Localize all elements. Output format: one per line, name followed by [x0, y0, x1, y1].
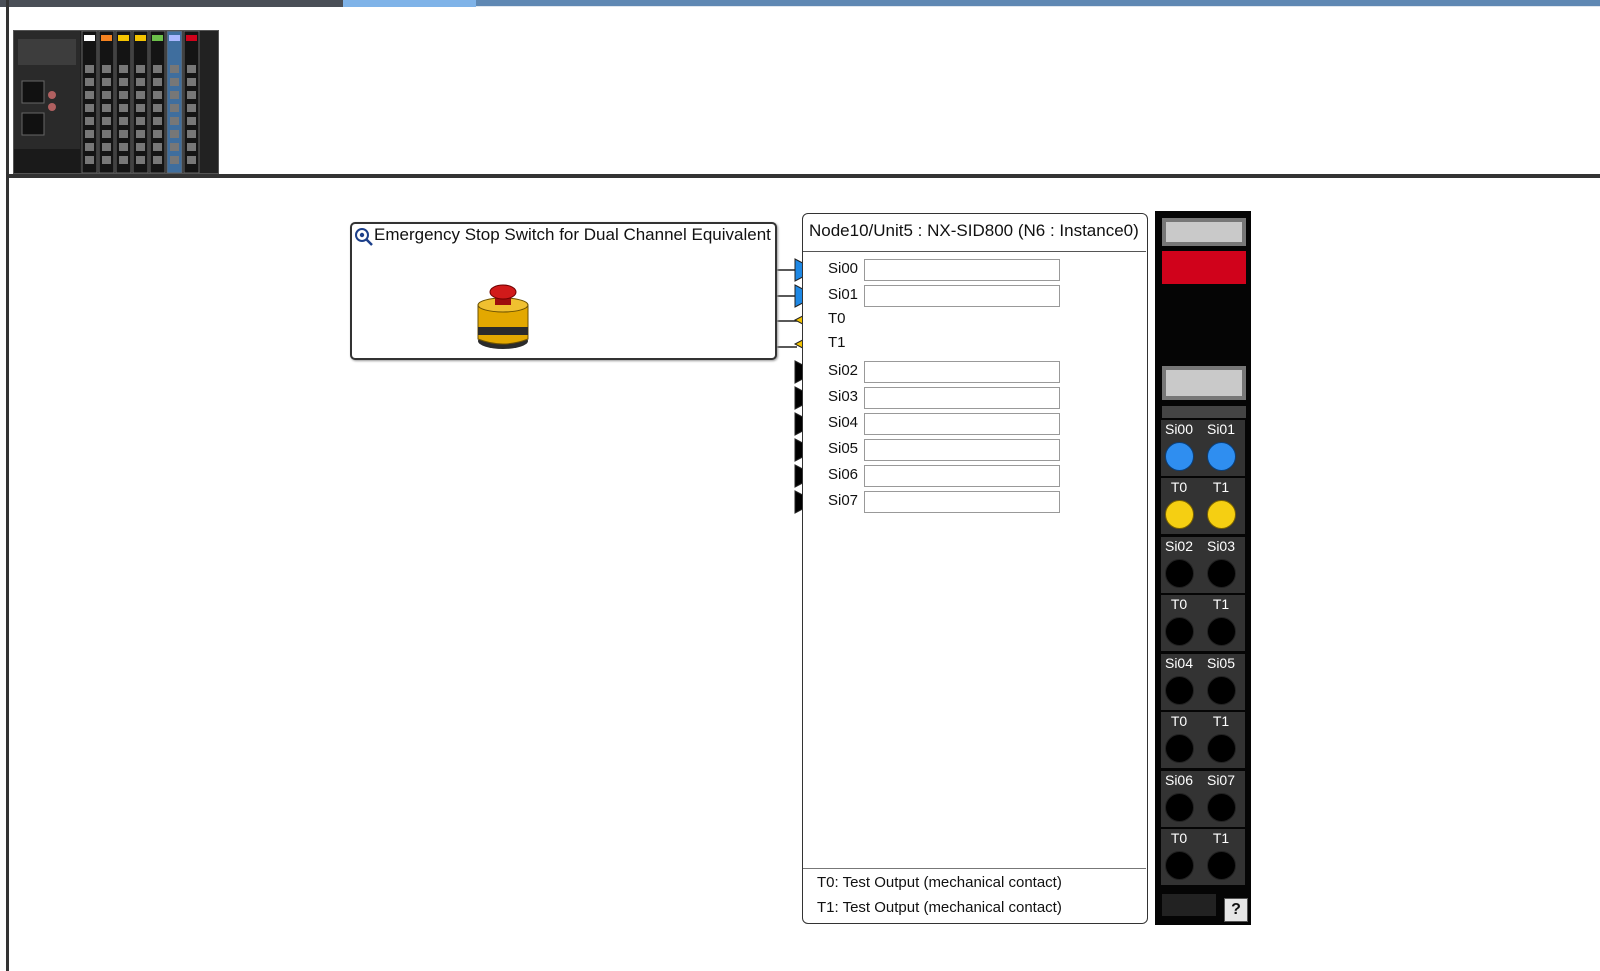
terminal-point — [1207, 500, 1236, 529]
terminal-point — [1207, 734, 1236, 763]
terminal-point — [1207, 851, 1236, 880]
terminal-label: T1 — [1212, 830, 1230, 846]
terminal-point — [1207, 793, 1236, 822]
terminal-label: T0 — [1170, 830, 1188, 846]
terminal-point — [1207, 676, 1236, 705]
terminal-point — [1165, 500, 1194, 529]
port-variable-field[interactable] — [864, 439, 1060, 461]
unit-panel — [802, 213, 1148, 924]
terminal-label: Si06 — [1164, 772, 1194, 788]
terminal-label: T0 — [1170, 596, 1188, 612]
terminal-point — [1207, 442, 1236, 471]
terminal-point — [1165, 851, 1194, 880]
port-variable-field[interactable] — [864, 387, 1060, 409]
terminal-point — [1207, 617, 1236, 646]
port-variable-field[interactable] — [864, 491, 1060, 513]
unit-title: Node10/Unit5 : NX-SID800 (N6 : Instance0… — [809, 221, 1139, 240]
terminal-label: T1 — [1212, 713, 1230, 729]
port-label: Si04 — [828, 414, 859, 431]
footer-note: T1: Test Output (mechanical contact) — [817, 899, 1062, 916]
function-block-title: Emergency Stop Switch for Dual Channel E… — [374, 225, 771, 244]
terminal-label: T1 — [1212, 479, 1230, 495]
terminal-label: Si05 — [1206, 655, 1236, 671]
gear-search-icon — [355, 228, 373, 246]
unit-footer-separator — [803, 868, 1146, 869]
footer-note: T0: Test Output (mechanical contact) — [817, 874, 1062, 891]
port-variable-field[interactable] — [864, 361, 1060, 383]
port-label: Si06 — [828, 466, 859, 483]
wiring-layer — [571, 251, 818, 514]
terminal-point — [1207, 559, 1236, 588]
port-label: Si05 — [828, 440, 859, 457]
terminal-point — [1165, 676, 1194, 705]
port-variable-field[interactable] — [864, 465, 1060, 487]
port-variable-field[interactable] — [864, 413, 1060, 435]
terminal-point — [1165, 734, 1194, 763]
port-label: Si01 — [828, 286, 859, 303]
port-label: T1 — [828, 334, 846, 351]
terminal-label: Si00 — [1164, 421, 1194, 437]
port-variable-field[interactable] — [864, 285, 1060, 307]
module-status-indicator — [1162, 251, 1246, 284]
module-release-lever — [1162, 894, 1216, 916]
unit-title-separator — [803, 251, 1146, 252]
terminal-point — [1165, 442, 1194, 471]
terminal-label: Si02 — [1164, 538, 1194, 554]
terminal-point — [1165, 617, 1194, 646]
terminal-label: Si04 — [1164, 655, 1194, 671]
terminal-point — [1165, 793, 1194, 822]
terminal-label: Si03 — [1206, 538, 1236, 554]
terminal-point — [1165, 559, 1194, 588]
port-label: Si03 — [828, 388, 859, 405]
module-top-cap — [1162, 218, 1246, 246]
terminal-label: T0 — [1170, 479, 1188, 495]
terminal-label: T1 — [1212, 596, 1230, 612]
port-label: T0 — [828, 310, 846, 327]
terminal-label: Si07 — [1206, 772, 1236, 788]
module-label-plate — [1162, 366, 1246, 400]
port-label: Si00 — [828, 260, 859, 277]
port-label: Si07 — [828, 492, 859, 509]
port-variable-field[interactable] — [864, 259, 1060, 281]
help-button[interactable]: ? — [1224, 898, 1248, 922]
terminal-label: T0 — [1170, 713, 1188, 729]
terminal-label: Si01 — [1206, 421, 1236, 437]
emergency-stop-button-image — [477, 284, 529, 349]
module-strip — [1162, 406, 1246, 418]
port-label: Si02 — [828, 362, 859, 379]
